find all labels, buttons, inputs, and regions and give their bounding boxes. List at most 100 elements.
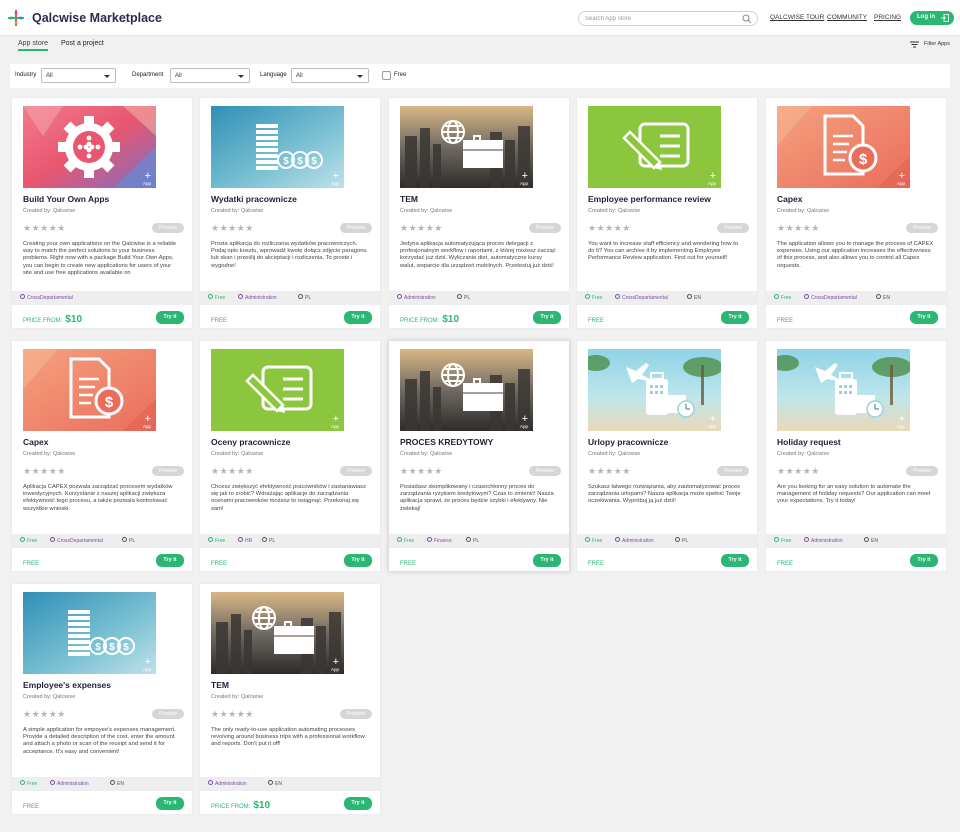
app-card-oceny-pracownicze[interactable]: + App Oceny pracownicze Created by: Qalc… [200,341,380,571]
language-select[interactable]: All [291,68,369,83]
app-card-proces-kredytowy[interactable]: + App PROCES KREDYTOWY Created by: Qalcw… [389,341,569,571]
rating-stars[interactable]: ★★★★★ [777,223,820,234]
app-title[interactable]: Holiday request [777,437,841,447]
nav-link-community[interactable]: COMMUNITY [827,14,867,21]
app-card-tem[interactable]: + App TEM Created by: Qalcwise ★★★★★ Pre… [200,584,380,814]
app-title[interactable]: PROCES KREDYTOWY [400,437,493,447]
app-title[interactable]: Employee performance review [588,194,711,204]
app-banner-image[interactable]: + App [400,106,533,188]
try-it-button[interactable]: Try it [156,554,184,567]
app-title[interactable]: Capex [23,437,49,447]
app-banner-image[interactable]: $ $ $ + App [211,106,344,188]
app-banner-image[interactable]: + App [588,106,721,188]
search-input[interactable] [585,13,735,25]
app-banner-image[interactable]: + App [23,106,156,188]
try-it-button[interactable]: Try it [344,311,372,324]
creator-name[interactable]: Qalcwise [807,208,829,214]
try-it-button[interactable]: Try it [156,311,184,324]
industry-select[interactable]: All [41,68,116,83]
try-it-button[interactable]: Try it [910,554,938,567]
login-button[interactable]: Log in [910,11,954,25]
rating-stars[interactable]: ★★★★★ [588,466,631,477]
preview-button[interactable]: Preview [906,466,938,476]
app-title[interactable]: Capex [777,194,803,204]
preview-button[interactable]: Preview [906,223,938,233]
app-card-tem[interactable]: + App TEM Created by: Qalcwise ★★★★★ Pre… [389,98,569,328]
app-title[interactable]: TEM [400,194,418,204]
creator-name[interactable]: Qalcwise [241,208,263,214]
app-title[interactable]: Employee's expenses [23,680,111,690]
preview-button[interactable]: Preview [717,466,749,476]
app-banner-image[interactable]: + App [211,349,344,431]
tab-app-store[interactable]: App store [18,40,48,51]
rating-stars[interactable]: ★★★★★ [211,223,254,234]
rating-stars[interactable]: ★★★★★ [23,466,66,477]
rating-stars[interactable]: ★★★★★ [400,466,443,477]
department-select[interactable]: All [170,68,250,83]
app-card-build-your-own-apps[interactable]: + App Build Your Own Apps Created by: Qa… [12,98,192,328]
app-banner-image[interactable]: + App [588,349,721,431]
tag-lang: EN [876,294,890,301]
creator-name[interactable]: Qalcwise [807,451,829,457]
app-banner-image[interactable]: + App [777,349,910,431]
rating-stars[interactable]: ★★★★★ [211,466,254,477]
preview-button[interactable]: Preview [340,709,372,719]
rating-stars[interactable]: ★★★★★ [588,223,631,234]
qalcwise-logo-icon[interactable] [8,10,24,26]
rating-stars[interactable]: ★★★★★ [23,223,66,234]
try-it-button[interactable]: Try it [721,311,749,324]
app-card-wydatki-pracownicze[interactable]: $ $ $ + App Wydatki pracownicze Created by… [200,98,380,328]
try-it-button[interactable]: Try it [344,797,372,810]
app-card-employee-s-expenses[interactable]: $ $ $ + App Employee's expenses Created by… [12,584,192,814]
creator-name[interactable]: Qalcwise [430,208,452,214]
try-it-button[interactable]: Try it [721,554,749,567]
try-it-button[interactable]: Try it [533,554,561,567]
tab-post-a-project[interactable]: Post a project [61,40,104,47]
creator-name[interactable]: Qalcwise [53,208,75,214]
try-it-button[interactable]: Try it [344,554,372,567]
free-checkbox[interactable] [382,71,391,80]
preview-button[interactable]: Preview [717,223,749,233]
app-title[interactable]: Urlopy pracownicze [588,437,668,447]
app-banner-image[interactable]: + App [400,349,533,431]
search-icon[interactable] [742,14,752,24]
app-title[interactable]: TEM [211,680,229,690]
app-banner-image[interactable]: $ + App [23,349,156,431]
rating-stars[interactable]: ★★★★★ [777,466,820,477]
preview-button[interactable]: Preview [152,223,184,233]
app-banner-image[interactable]: $ $ $ + App [23,592,156,674]
rating-stars[interactable]: ★★★★★ [23,709,66,720]
creator-name[interactable]: Qalcwise [53,694,75,700]
app-banner-image[interactable]: $ + App [777,106,910,188]
preview-button[interactable]: Preview [340,223,372,233]
app-card-holiday-request[interactable]: + App Holiday request Created by: Qalcwi… [766,341,946,571]
app-card-urlopy-pracownicze[interactable]: + App Urlopy pracownicze Created by: Qal… [577,341,757,571]
creator-name[interactable]: Qalcwise [618,208,640,214]
app-banner-image[interactable]: + App [211,592,344,674]
preview-button[interactable]: Preview [340,466,372,476]
creator-name[interactable]: Qalcwise [618,451,640,457]
preview-button[interactable]: Preview [152,466,184,476]
rating-stars[interactable]: ★★★★★ [211,709,254,720]
preview-button[interactable]: Preview [529,466,561,476]
creator-name[interactable]: Qalcwise [53,451,75,457]
try-it-button[interactable]: Try it [156,797,184,810]
app-title[interactable]: Wydatki pracownicze [211,194,297,204]
search-box[interactable] [578,11,758,26]
site-title[interactable]: Qalcwise Marketplace [32,11,162,25]
nav-link-pricing[interactable]: PRICING [874,14,901,21]
app-card-capex[interactable]: $ + App Capex Created by: Qalcwise ★★★★★… [766,98,946,328]
creator-name[interactable]: Qalcwise [241,694,263,700]
app-title[interactable]: Build Your Own Apps [23,194,109,204]
nav-link-qalcwise-tour[interactable]: QALCWISE TOUR [770,14,824,21]
try-it-button[interactable]: Try it [910,311,938,324]
creator-name[interactable]: Qalcwise [241,451,263,457]
try-it-button[interactable]: Try it [533,311,561,324]
rating-stars[interactable]: ★★★★★ [400,223,443,234]
preview-button[interactable]: Preview [529,223,561,233]
app-card-capex[interactable]: $ + App Capex Created by: Qalcwise ★★★★★… [12,341,192,571]
app-card-employee-performance-review[interactable]: + App Employee performance review Create… [577,98,757,328]
creator-name[interactable]: Qalcwise [430,451,452,457]
app-title[interactable]: Oceny pracownicze [211,437,290,447]
preview-button[interactable]: Preview [152,709,184,719]
